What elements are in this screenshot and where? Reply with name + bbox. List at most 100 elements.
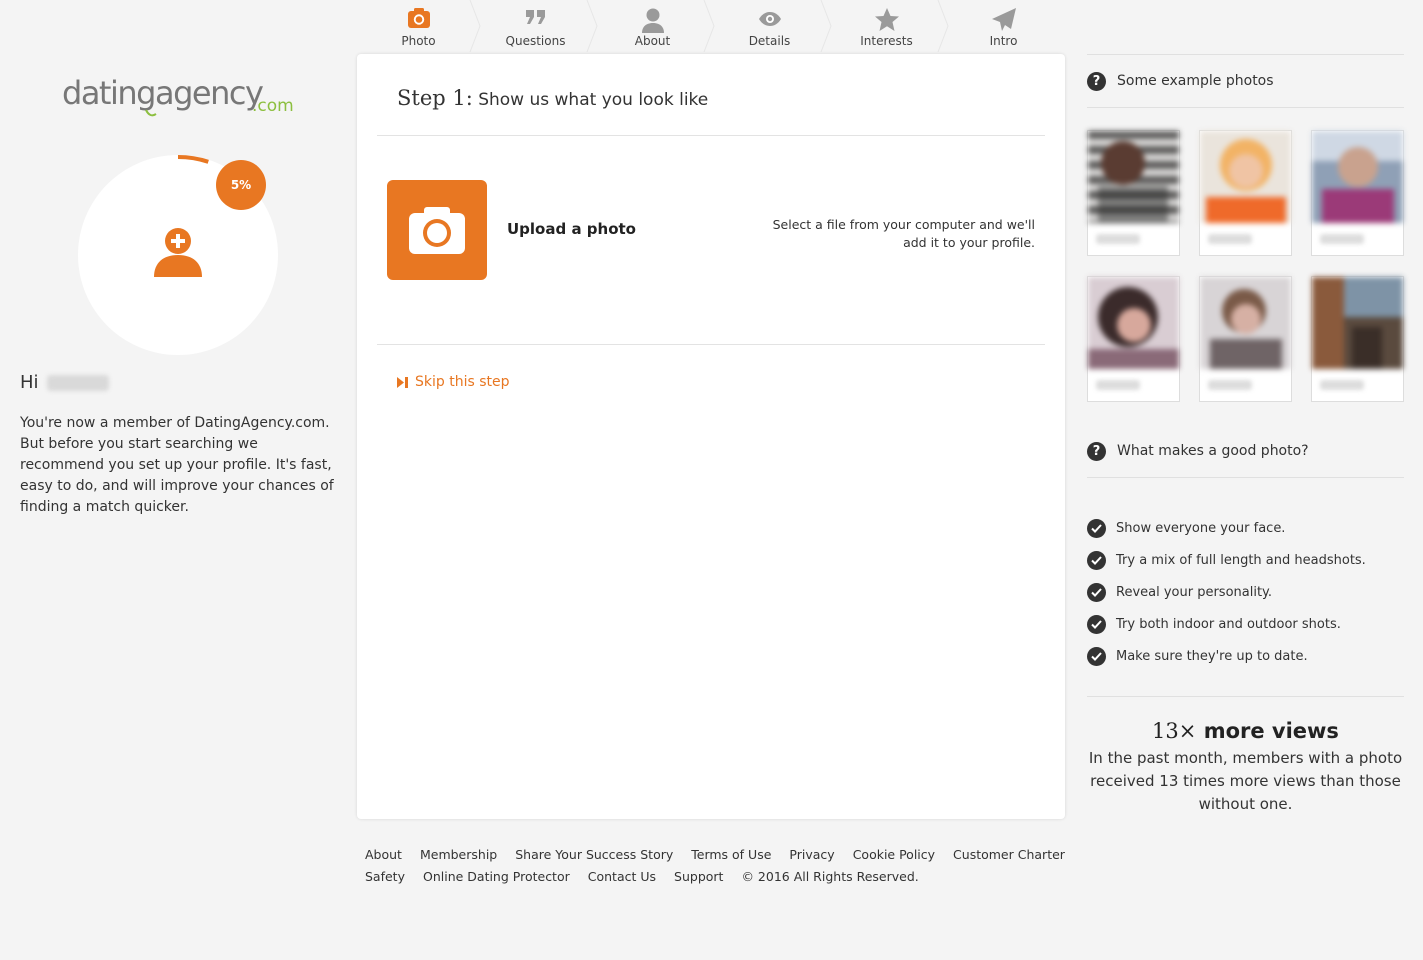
good-photo-title: What makes a good photo? — [1117, 443, 1309, 459]
check-icon — [1087, 614, 1106, 634]
tip-text: Make sure they're up to date. — [1116, 648, 1308, 664]
camera-icon — [360, 7, 477, 33]
footer-link-contact[interactable]: Contact Us — [588, 869, 656, 884]
footer-link-privacy[interactable]: Privacy — [789, 847, 834, 862]
divider — [1087, 107, 1404, 108]
tip-text: Reveal your personality. — [1116, 584, 1273, 600]
example-photo-image — [1200, 277, 1291, 369]
example-photo[interactable] — [1087, 276, 1180, 402]
greeting: Hi — [20, 372, 109, 393]
skip-icon — [397, 376, 408, 388]
views-heading-text: more views — [1203, 719, 1339, 743]
step-about[interactable]: About — [594, 0, 715, 52]
upload-photo-button[interactable] — [387, 180, 487, 280]
divider — [1087, 696, 1404, 697]
footer-link-customer-charter[interactable]: Customer Charter — [953, 847, 1065, 862]
footer-link-terms[interactable]: Terms of Use — [691, 847, 771, 862]
footer: About Membership Share Your Success Stor… — [365, 843, 1065, 887]
tip-text: Show everyone your face. — [1116, 520, 1286, 536]
step-questions[interactable]: Questions — [477, 0, 598, 52]
views-heading: 13× more views — [1087, 719, 1404, 743]
paper-plane-icon — [945, 7, 1062, 33]
check-icon — [1087, 550, 1106, 570]
tip-text: Try both indoor and outdoor shots. — [1116, 616, 1341, 632]
views-promo: 13× more views In the past month, member… — [1087, 696, 1404, 816]
example-photo-image — [1312, 277, 1403, 369]
person-icon — [594, 7, 711, 33]
example-photo-name-blurred — [1312, 223, 1403, 255]
step-navigation: Photo Questions About Details Interests — [360, 0, 1064, 52]
example-photo-image — [1088, 277, 1179, 369]
step-title-text: Show us what you look like — [478, 90, 709, 110]
footer-link-about[interactable]: About — [365, 847, 402, 862]
footer-link-dating-protector[interactable]: Online Dating Protector — [423, 869, 570, 884]
step-label: Photo — [401, 34, 436, 48]
example-photo-name-blurred — [1200, 369, 1291, 401]
step-photo[interactable]: Photo — [360, 0, 481, 52]
greeting-text: Hi — [20, 372, 39, 393]
welcome-message: You're now a member of DatingAgency.com.… — [20, 415, 334, 515]
upload-help-text: Select a file from your computer and we'… — [772, 217, 1035, 250]
views-text: In the past month, members with a photo … — [1088, 749, 1403, 813]
example-photo-name-blurred — [1200, 223, 1291, 255]
example-photo-image — [1200, 131, 1291, 223]
logo-text-main: datingagency — [62, 74, 263, 112]
step-label: Questions — [505, 34, 566, 48]
example-photo[interactable] — [1199, 276, 1292, 402]
skip-step-label[interactable]: Skip this step — [415, 374, 510, 390]
example-photo-image — [1312, 131, 1403, 223]
upload-photo-label[interactable]: Upload a photo — [507, 220, 636, 238]
tip-text: Try a mix of full length and headshots. — [1116, 552, 1366, 568]
example-photo-name-blurred — [1312, 369, 1403, 401]
footer-link-cookie-policy[interactable]: Cookie Policy — [853, 847, 935, 862]
footer-link-membership[interactable]: Membership — [420, 847, 497, 862]
example-photos-grid — [1087, 130, 1404, 402]
check-icon — [1087, 582, 1106, 602]
step-label: About — [634, 34, 671, 48]
divider — [377, 135, 1045, 136]
views-number: 13× — [1152, 719, 1197, 743]
tip-item: Try both indoor and outdoor shots. — [1087, 608, 1404, 640]
quote-icon — [477, 7, 594, 33]
completion-badge: 5% — [216, 160, 266, 210]
camera-icon — [409, 207, 465, 254]
step-number: Step 1: — [397, 86, 473, 110]
tip-item: Reveal your personality. — [1087, 576, 1404, 608]
question-icon[interactable]: ? — [1087, 71, 1106, 91]
footer-link-safety[interactable]: Safety — [365, 869, 405, 884]
skip-step-link[interactable]: Skip this step — [397, 374, 510, 390]
right-sidebar: ? Some example photos ? What makes a goo… — [1087, 54, 1404, 816]
example-photo-name-blurred — [1088, 369, 1179, 401]
example-photo-name-blurred — [1088, 223, 1179, 255]
example-photo[interactable] — [1199, 130, 1292, 256]
step-intro[interactable]: Intro — [945, 0, 1062, 52]
eye-icon — [711, 7, 828, 33]
check-icon — [1087, 646, 1106, 666]
check-icon — [1087, 518, 1106, 538]
copyright: © 2016 All Rights Reserved. — [741, 868, 919, 884]
logo-text-tld: .com — [252, 96, 294, 116]
divider — [377, 344, 1045, 345]
user-name-blurred — [46, 374, 109, 391]
example-photos-heading: ? Some example photos — [1087, 55, 1404, 107]
footer-link-support[interactable]: Support — [674, 869, 723, 884]
datingagency-logo[interactable]: datingagency .com — [62, 74, 298, 120]
step-interests[interactable]: Interests — [828, 0, 949, 52]
step-label: Details — [748, 34, 791, 48]
step-details[interactable]: Details — [711, 0, 832, 52]
tip-item: Try a mix of full length and headshots. — [1087, 544, 1404, 576]
example-photo[interactable] — [1087, 130, 1180, 256]
tip-item: Show everyone your face. — [1087, 512, 1404, 544]
photo-tips-list: Show everyone your face. Try a mix of fu… — [1087, 512, 1404, 672]
tip-item: Make sure they're up to date. — [1087, 640, 1404, 672]
example-photos-title: Some example photos — [1117, 73, 1274, 89]
step-label: Intro — [989, 34, 1018, 48]
example-photo[interactable] — [1311, 130, 1404, 256]
example-photo-image — [1088, 131, 1179, 223]
question-icon[interactable]: ? — [1087, 441, 1106, 461]
good-photo-heading: ? What makes a good photo? — [1087, 425, 1404, 477]
star-icon — [828, 7, 945, 33]
step-label: Interests — [860, 34, 913, 48]
example-photo[interactable] — [1311, 276, 1404, 402]
footer-link-success-story[interactable]: Share Your Success Story — [515, 847, 673, 862]
